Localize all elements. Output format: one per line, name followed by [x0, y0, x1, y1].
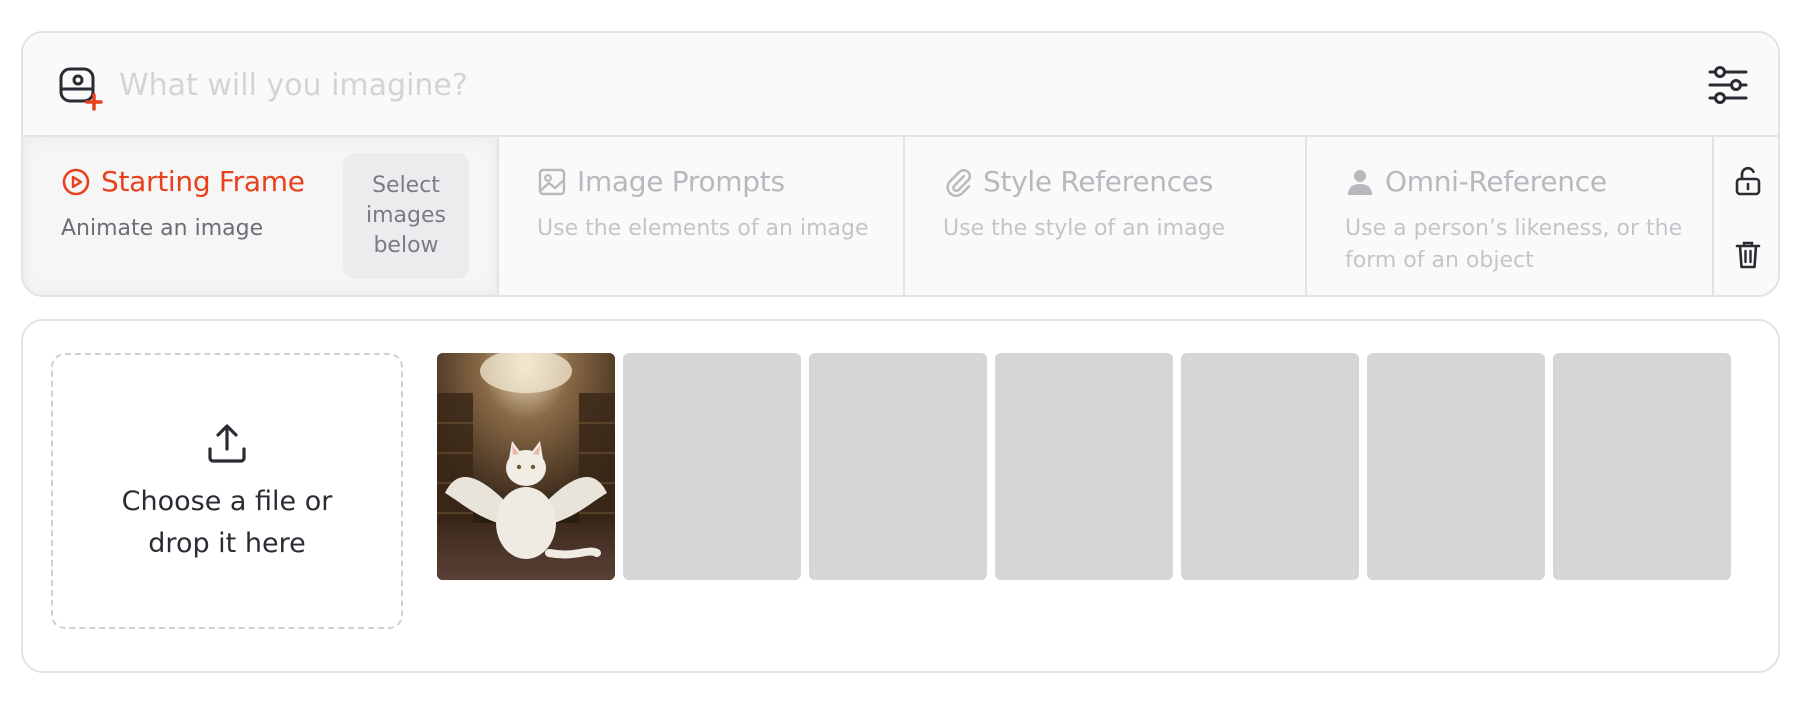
prompt-panel: Starting Frame Animate an image Select i…: [21, 31, 1780, 297]
empty-thumbnail[interactable]: [809, 353, 987, 580]
tab-title: Omni-Reference: [1385, 165, 1607, 198]
paperclip-icon: [943, 167, 973, 197]
tab-subtitle: Use the style of an image: [943, 216, 1226, 241]
file-dropzone[interactable]: Choose a file or drop it here: [51, 353, 403, 629]
empty-thumbnail[interactable]: [1367, 353, 1545, 580]
tab-title: Style References: [983, 165, 1214, 198]
tab-actions: [1714, 137, 1778, 295]
tab-subtitle: Use a person’s likeness, or the form of …: [1345, 216, 1683, 273]
thumbnail-strip: [437, 353, 1731, 580]
tab-header: Omni-Reference: [1345, 165, 1607, 198]
empty-thumbnail[interactable]: [1181, 353, 1359, 580]
upload-icon: [205, 421, 249, 465]
tab-header: Style References: [943, 165, 1213, 198]
tab-starting-frame[interactable]: Starting Frame Animate an image Select i…: [23, 137, 499, 295]
unlock-icon[interactable]: [1730, 163, 1766, 199]
select-images-hint[interactable]: Select images below: [343, 153, 469, 279]
tab-subtitle: Use the elements of an image: [537, 216, 869, 241]
settings-sliders-icon[interactable]: [1706, 63, 1750, 107]
person-icon: [1345, 167, 1375, 197]
empty-thumbnail[interactable]: [623, 353, 801, 580]
prompt-row: [23, 33, 1778, 137]
trash-icon[interactable]: [1730, 237, 1766, 273]
image-gallery-panel: Choose a file or drop it here: [21, 319, 1780, 673]
dropzone-text: Choose a file or drop it here: [121, 486, 333, 559]
empty-thumbnail[interactable]: [1553, 353, 1731, 580]
reference-tabs: Starting Frame Animate an image Select i…: [23, 137, 1778, 295]
tab-style-references[interactable]: Style References Use the style of an ima…: [905, 137, 1307, 295]
tab-title: Starting Frame: [101, 165, 305, 198]
tab-image-prompts[interactable]: Image Prompts Use the elements of an ima…: [499, 137, 905, 295]
add-image-icon[interactable]: [57, 65, 103, 111]
image-icon: [537, 167, 567, 197]
tab-header: Starting Frame: [61, 165, 305, 198]
empty-thumbnail[interactable]: [995, 353, 1173, 580]
prompt-input[interactable]: [119, 55, 1519, 115]
tab-omni-reference[interactable]: Omni-Reference Use a person’s likeness, …: [1307, 137, 1714, 295]
tab-header: Image Prompts: [537, 165, 785, 198]
play-circle-icon: [61, 167, 91, 197]
winged-cat-library-image[interactable]: [437, 353, 615, 580]
tab-title: Image Prompts: [577, 165, 785, 198]
